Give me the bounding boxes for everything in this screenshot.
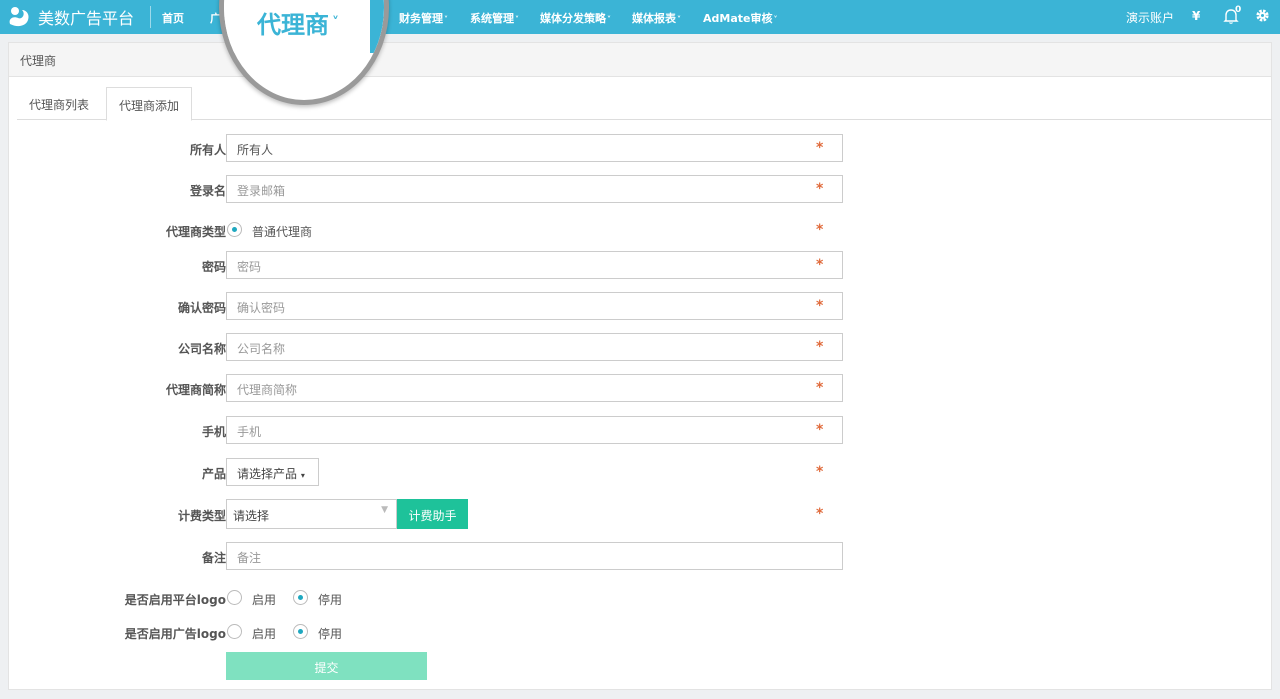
required-mark: * — [816, 181, 824, 197]
required-mark: * — [816, 422, 824, 438]
nav-admate-review[interactable]: AdMate审核˅ — [703, 10, 777, 26]
short-name-label: 代理商简称 — [165, 383, 226, 397]
required-mark: * — [816, 257, 824, 273]
owner-label: 所有人 — [189, 143, 226, 157]
chevron-down-icon: ˅ — [773, 15, 778, 24]
company-label: 公司名称 — [177, 342, 226, 356]
ad-logo-enable-label: 启用 — [252, 627, 277, 641]
required-mark: * — [816, 506, 824, 522]
nav-media-strategy[interactable]: 媒体分发策略˅ — [540, 10, 611, 26]
chevron-down-icon: ˅ — [332, 15, 339, 31]
agent-type-radio[interactable] — [227, 222, 242, 237]
chevron-down-icon: ▼ — [381, 505, 388, 515]
tab-bar: 代理商列表 代理商添加 — [17, 87, 1272, 121]
chevron-down-icon: ˅ — [515, 15, 519, 24]
login-email-input[interactable]: 登录邮箱 — [226, 175, 843, 203]
product-label: 产品 — [201, 467, 226, 481]
platform-logo-disable-radio[interactable] — [293, 590, 308, 605]
required-mark: * — [816, 298, 824, 314]
billing-helper-button[interactable]: 计费助手 — [397, 499, 468, 529]
brand-logo[interactable]: 美数广告平台 — [6, 4, 134, 30]
owner-field[interactable]: 所有人 — [226, 134, 843, 162]
tab-agent-add[interactable]: 代理商添加 — [106, 87, 193, 121]
gear-icon[interactable] — [1255, 8, 1270, 26]
company-name-input[interactable]: 公司名称 — [226, 333, 843, 361]
agent-type-option: 普通代理商 — [252, 225, 313, 239]
agent-type-label: 代理商类型 — [165, 225, 226, 239]
password-input[interactable]: 密码 — [226, 251, 843, 279]
logo-divider — [150, 6, 151, 28]
account-menu[interactable]: 演示账户 — [1126, 9, 1174, 26]
required-mark: * — [816, 464, 824, 480]
main-panel: 代理商 代理商列表 代理商添加 所有人 所有人 * 登录名 登录邮箱 * 代理商… — [8, 42, 1272, 690]
phone-label: 手机 — [201, 425, 226, 439]
confirm-password-input[interactable]: 确认密码 — [226, 292, 843, 320]
platform-logo-enable-label: 启用 — [252, 593, 277, 607]
nav-media-report[interactable]: 媒体报表˅ — [632, 10, 681, 26]
currency-icon[interactable]: ¥ — [1192, 9, 1200, 23]
top-navbar: 美数广告平台 首页 广 财务管理˅ 系统管理˅ 媒体分发策略˅ 媒体报表˅ Ad… — [0, 0, 1280, 34]
note-label: 备注 — [201, 551, 226, 565]
chevron-down-icon: ˅ — [607, 15, 611, 24]
ad-logo-disable-radio[interactable] — [293, 624, 308, 639]
logo-icon — [6, 4, 32, 30]
tab-agent-list[interactable]: 代理商列表 — [17, 87, 101, 120]
app-name: 美数广告平台 — [38, 9, 135, 28]
bell-icon[interactable]: 0 — [1222, 5, 1242, 28]
ad-logo-enable-radio[interactable] — [227, 624, 242, 639]
nav-system[interactable]: 系统管理˅ — [470, 10, 519, 26]
required-mark: * — [816, 380, 824, 396]
product-select-button[interactable]: 请选择产品 ▾ — [226, 458, 319, 486]
caret-down-icon: ▾ — [300, 471, 305, 480]
password-label: 密码 — [201, 260, 226, 274]
billing-type-select[interactable]: 请选择 ▼ — [226, 499, 397, 529]
platform-logo-disable-label: 停用 — [318, 593, 343, 607]
breadcrumb: 代理商 — [9, 43, 1271, 77]
ad-logo-label: 是否启用广告logo — [124, 627, 226, 641]
submit-button[interactable]: 提交 — [226, 652, 427, 680]
phone-input[interactable]: 手机 — [226, 416, 843, 444]
platform-logo-label: 是否启用平台logo — [124, 593, 226, 607]
platform-logo-enable-radio[interactable] — [227, 590, 242, 605]
confirm-label: 确认密码 — [177, 301, 226, 315]
short-name-input[interactable]: 代理商简称 — [226, 374, 843, 402]
required-mark: * — [816, 140, 824, 156]
billing-label: 计费类型 — [177, 509, 226, 523]
notification-count: 0 — [1235, 5, 1242, 15]
required-mark: * — [816, 339, 824, 355]
nav-finance[interactable]: 财务管理˅ — [399, 10, 448, 26]
chevron-down-icon: ˅ — [444, 15, 448, 24]
note-input[interactable]: 备注 — [226, 542, 843, 570]
nav-home[interactable]: 首页 — [162, 10, 184, 26]
login-label: 登录名 — [189, 184, 226, 198]
ad-logo-disable-label: 停用 — [318, 627, 343, 641]
required-mark: * — [816, 222, 824, 238]
nav-agent-magnified[interactable]: 代理商 ˅ — [257, 5, 339, 40]
chevron-down-icon: ˅ — [677, 15, 681, 24]
